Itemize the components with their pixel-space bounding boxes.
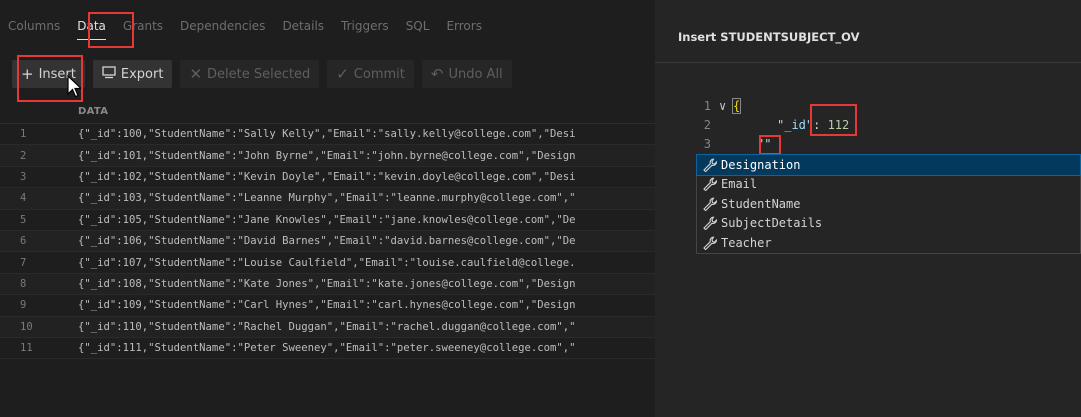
row-number: 11 <box>20 342 33 355</box>
suggestion-label: Email <box>721 177 758 192</box>
data-cell[interactable]: {"_id":102,"StudentName":"Kevin Doyle","… <box>78 171 655 183</box>
data-column-header[interactable]: DATA <box>78 106 108 117</box>
data-cell[interactable]: {"_id":108,"StudentName":"Kate Jones","E… <box>78 278 655 290</box>
data-cell[interactable]: {"_id":105,"StudentName":"Jane Knowles",… <box>78 214 655 226</box>
row-number: 9 <box>20 299 27 312</box>
row-number: 7 <box>20 256 27 269</box>
suggestion-item[interactable]: Designation <box>696 154 1081 176</box>
commit-label: Commit <box>353 66 405 82</box>
export-icon <box>102 65 116 83</box>
empty-key-highlight <box>759 135 781 155</box>
grid-header: DATA <box>0 100 655 124</box>
export-label: Export <box>120 66 164 82</box>
suggestion-item[interactable]: SubjectDetails <box>697 214 1080 234</box>
wrench-icon <box>702 197 718 212</box>
insert-highlight <box>17 55 83 102</box>
table-row[interactable]: 3 {"_id":102,"StudentName":"Kevin Doyle",… <box>0 166 655 189</box>
suggestion-label: Designation <box>721 157 801 172</box>
export-button[interactable]: Export <box>92 60 173 88</box>
suggestion-item[interactable]: StudentName <box>697 194 1080 214</box>
suggestion-item[interactable]: Email <box>697 175 1080 195</box>
data-cell[interactable]: {"_id":107,"StudentName":"Louise Caulfie… <box>78 257 655 269</box>
x-icon: ✕ <box>189 65 203 83</box>
fold-chevron-icon[interactable]: ∨ <box>719 99 733 113</box>
row-number: 2 <box>20 149 27 162</box>
insert-panel-title: Insert STUDENTSUBJECT_OV <box>678 30 860 44</box>
data-toolbar: + Insert Export ✕ Delete Selected ✓ Comm… <box>0 56 655 92</box>
table-row[interactable]: 10 {"_id":110,"StudentName":"Rachel Dugga… <box>0 316 655 338</box>
line-number: 2 <box>703 117 711 132</box>
line-number: 1 <box>703 98 711 113</box>
tab-errors[interactable]: Errors <box>446 19 482 33</box>
data-cell[interactable]: {"_id":109,"StudentName":"Carl Hynes","E… <box>78 299 655 311</box>
row-number: 8 <box>20 277 27 290</box>
data-cell[interactable]: {"_id":110,"StudentName":"Rachel Duggan"… <box>78 321 655 333</box>
id-value-highlight <box>810 104 857 136</box>
wrench-icon <box>702 216 718 231</box>
tab-dependencies[interactable]: Dependencies <box>180 19 265 33</box>
suggestion-label: StudentName <box>721 196 801 211</box>
undo-label: Undo All <box>448 66 503 82</box>
row-number: 1 <box>20 128 27 141</box>
undo-all-button[interactable]: ↶ Undo All <box>421 60 512 88</box>
data-grid: DATA 1 {"_id":100,"StudentName":"Sally Ke… <box>0 100 655 360</box>
table-row[interactable]: 2 {"_id":101,"StudentName":"John Byrne","… <box>0 145 655 167</box>
tab-data-highlight <box>88 12 134 48</box>
tab-columns[interactable]: Columns <box>8 19 60 33</box>
suggestion-label: Teacher <box>721 235 772 250</box>
autocomplete-dropdown: Designation Email StudentName SubjectDetail… <box>696 154 1081 254</box>
line-number: 3 <box>703 136 711 151</box>
data-cell[interactable]: {"_id":111,"StudentName":"Peter Sweeney"… <box>78 342 655 354</box>
row-number: 10 <box>20 320 33 333</box>
row-number: 5 <box>20 213 27 226</box>
wrench-icon <box>702 158 718 173</box>
undo-icon: ↶ <box>430 65 444 83</box>
row-number: 6 <box>20 235 27 248</box>
row-number: 4 <box>20 192 27 205</box>
data-panel: Columns Data Grants Dependencies Details… <box>0 0 655 417</box>
data-cell[interactable]: {"_id":103,"StudentName":"Leanne Murphy"… <box>78 192 655 204</box>
table-row[interactable]: 7 {"_id":107,"StudentName":"Louise Caulfi… <box>0 252 655 274</box>
wrench-icon <box>702 236 718 251</box>
table-row[interactable]: 11 {"_id":111,"StudentName":"Peter Sweene… <box>0 337 655 360</box>
data-cell[interactable]: {"_id":100,"StudentName":"Sally Kelly","… <box>78 128 655 140</box>
suggestion-item[interactable]: Teacher <box>697 233 1080 253</box>
data-cell[interactable]: {"_id":106,"StudentName":"David Barnes",… <box>78 235 655 247</box>
table-row[interactable]: 8 {"_id":108,"StudentName":"Kate Jones","… <box>0 273 655 296</box>
table-row[interactable]: 6 {"_id":106,"StudentName":"David Barnes"… <box>0 230 655 253</box>
delete-selected-button[interactable]: ✕ Delete Selected <box>180 60 320 88</box>
table-row[interactable]: 9 {"_id":109,"StudentName":"Carl Hynes","… <box>0 295 655 317</box>
data-cell[interactable]: {"_id":101,"StudentName":"John Byrne","E… <box>78 150 655 162</box>
tab-triggers[interactable]: Triggers <box>341 19 389 33</box>
suggestion-label: SubjectDetails <box>721 216 823 231</box>
check-icon: ✓ <box>336 65 349 83</box>
delete-label: Delete Selected <box>207 66 311 82</box>
commit-button[interactable]: ✓ Commit <box>327 60 414 88</box>
wrench-icon <box>702 177 718 192</box>
id-key: "_id" <box>777 117 814 132</box>
tab-sql[interactable]: SQL <box>406 19 430 33</box>
table-row[interactable]: 5 {"_id":105,"StudentName":"Jane Knowles"… <box>0 209 655 231</box>
grid-body: 1 {"_id":100,"StudentName":"Sally Kelly",… <box>0 124 655 360</box>
open-brace: { <box>731 97 742 114</box>
table-row[interactable]: 1 {"_id":100,"StudentName":"Sally Kelly",… <box>0 124 655 146</box>
tab-details[interactable]: Details <box>282 19 324 33</box>
table-row[interactable]: 4 {"_id":103,"StudentName":"Leanne Murphy… <box>0 188 655 210</box>
divider <box>655 62 1081 63</box>
row-number: 3 <box>20 170 27 183</box>
